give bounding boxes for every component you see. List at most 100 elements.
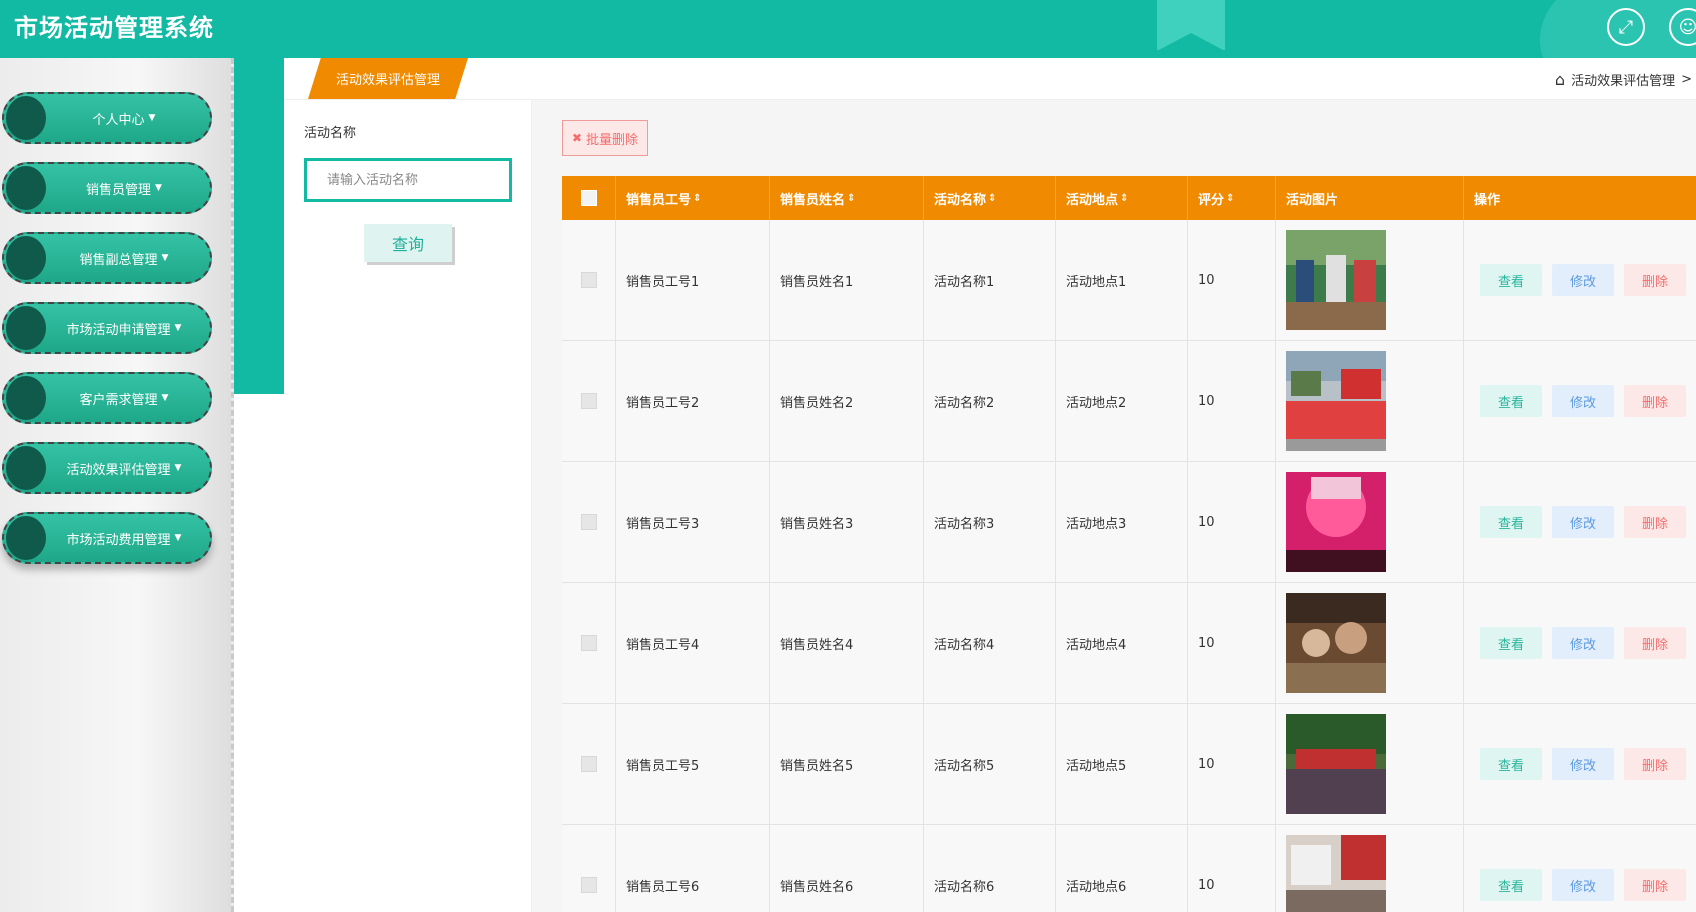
edit-button[interactable]: 修改: [1552, 869, 1614, 901]
cell-emp-id: 销售员工号6: [616, 825, 770, 912]
menu-dot-icon: [6, 306, 46, 350]
view-button[interactable]: 查看: [1480, 506, 1542, 538]
sidebar-item-label: 市场活动费用管理: [66, 532, 171, 548]
view-button[interactable]: 查看: [1480, 869, 1542, 901]
row-checkbox[interactable]: [580, 393, 597, 409]
activity-photo[interactable]: [1286, 593, 1386, 693]
cell-actions: 查看 修改 删除: [1464, 704, 1696, 824]
batch-delete-label: 批量删除: [586, 132, 639, 148]
sort-icon: ⇕: [847, 192, 856, 204]
fullscreen-button[interactable]: ⤢: [1607, 8, 1645, 46]
sidebar-item-label: 活动效果评估管理: [66, 462, 171, 478]
header-select-cell: [562, 176, 616, 220]
edit-button[interactable]: 修改: [1552, 264, 1614, 296]
teal-decoration-block: [234, 58, 284, 394]
search-button[interactable]: 查询: [364, 224, 452, 262]
delete-button[interactable]: 删除: [1624, 264, 1686, 296]
cell-emp-id: 销售员工号5: [616, 704, 770, 824]
row-select-cell: [562, 220, 616, 340]
breadcrumb-item[interactable]: 活动效果评估管理: [1571, 70, 1675, 89]
sidebar-item-activity-application[interactable]: 市场活动申请管理 ▼: [2, 302, 212, 354]
row-checkbox[interactable]: [580, 635, 597, 651]
cell-actions: 查看 修改 删除: [1464, 462, 1696, 582]
sidebar-item-customer-needs[interactable]: 客户需求管理 ▼: [2, 372, 212, 424]
sort-icon: ⇕: [693, 192, 702, 204]
sidebar-item-salesperson[interactable]: 销售员管理 ▼: [2, 162, 212, 214]
cell-score: 10: [1188, 825, 1276, 912]
view-button[interactable]: 查看: [1480, 264, 1542, 296]
sidebar-item-label: 市场活动申请管理: [66, 322, 171, 338]
activity-photo[interactable]: [1286, 835, 1386, 912]
cell-actions: 查看 修改 删除: [1464, 341, 1696, 461]
activity-name-input[interactable]: [304, 158, 512, 202]
cell-activity-image: [1276, 462, 1464, 582]
header-score[interactable]: 评分 ⇕: [1188, 176, 1276, 220]
cell-score: 10: [1188, 583, 1276, 703]
cell-actions: 查看 修改 删除: [1464, 220, 1696, 340]
sidebar-item-vp-sales[interactable]: 销售副总管理 ▼: [2, 232, 212, 284]
caret-down-icon: ▼: [161, 253, 169, 263]
edit-button[interactable]: 修改: [1552, 385, 1614, 417]
edit-button[interactable]: 修改: [1552, 627, 1614, 659]
view-button[interactable]: 查看: [1480, 627, 1542, 659]
sidebar-item-personal-center[interactable]: 个人中心 ▼: [2, 92, 212, 144]
caret-down-icon: ▼: [174, 463, 182, 473]
header-label: 销售员姓名: [780, 192, 846, 208]
header-emp-name[interactable]: 销售员姓名 ⇕: [770, 176, 924, 220]
cell-emp-name: 销售员姓名4: [770, 583, 924, 703]
tab-activity-evaluation[interactable]: 活动效果评估管理: [308, 58, 468, 99]
row-checkbox[interactable]: [580, 877, 597, 893]
tab-bar: 活动效果评估管理 ⌂ 活动效果评估管理 >: [284, 58, 1696, 100]
row-select-cell: [562, 341, 616, 461]
delete-button[interactable]: 删除: [1624, 869, 1686, 901]
delete-button[interactable]: 删除: [1624, 506, 1686, 538]
cell-activity-name: 活动名称5: [924, 704, 1056, 824]
row-checkbox[interactable]: [580, 514, 597, 530]
edit-button[interactable]: 修改: [1552, 748, 1614, 780]
view-button[interactable]: 查看: [1480, 748, 1542, 780]
cell-actions: 查看 修改 删除: [1464, 583, 1696, 703]
select-all-checkbox[interactable]: [580, 190, 597, 206]
delete-button[interactable]: 删除: [1624, 627, 1686, 659]
header-activity-place[interactable]: 活动地点 ⇕: [1056, 176, 1188, 220]
sidebar-item-label: 销售员管理: [86, 182, 152, 198]
table-row: 销售员工号1 销售员姓名1 活动名称1 活动地点1 10 查看 修改 删除: [562, 220, 1696, 341]
sidebar-item-activity-evaluation[interactable]: 活动效果评估管理 ▼: [2, 442, 212, 494]
view-button[interactable]: 查看: [1480, 385, 1542, 417]
menu-dot-icon: [6, 516, 46, 560]
delete-button[interactable]: 删除: [1624, 748, 1686, 780]
batch-delete-button[interactable]: ✖ 批量删除: [562, 120, 648, 156]
edit-button[interactable]: 修改: [1552, 506, 1614, 538]
row-select-cell: [562, 825, 616, 912]
delete-button[interactable]: 删除: [1624, 385, 1686, 417]
activity-photo[interactable]: [1286, 230, 1386, 330]
header-label: 操作: [1474, 192, 1501, 208]
search-panel: 活动名称 查询: [284, 100, 532, 912]
close-icon: ✖: [571, 131, 583, 145]
user-icon: ☺: [1678, 16, 1696, 38]
sidebar: 个人中心 ▼ 销售员管理 ▼ 销售副总管理 ▼ 市场活动申请管理 ▼ 客户需求管理 ▼ 活…: [0, 58, 234, 912]
header-activity-name[interactable]: 活动名称 ⇕: [924, 176, 1056, 220]
row-checkbox[interactable]: [580, 272, 597, 288]
activity-photo[interactable]: [1286, 714, 1386, 814]
row-checkbox[interactable]: [580, 756, 597, 772]
activity-photo[interactable]: [1286, 351, 1386, 451]
header-emp-id[interactable]: 销售员工号 ⇕: [616, 176, 770, 220]
home-icon[interactable]: ⌂: [1555, 70, 1565, 89]
cell-score: 10: [1188, 220, 1276, 340]
header-activity-image: 活动图片: [1276, 176, 1464, 220]
sort-icon: ⇕: [988, 192, 997, 204]
table-header: 销售员工号 ⇕ 销售员姓名 ⇕ 活动名称 ⇕ 活动地点 ⇕ 评分 ⇕ 活动图片 操作: [562, 176, 1696, 220]
menu-dot-icon: [6, 236, 46, 280]
cell-activity-name: 活动名称2: [924, 341, 1056, 461]
cell-activity-name: 活动名称4: [924, 583, 1056, 703]
cell-activity-image: [1276, 583, 1464, 703]
cell-activity-image: [1276, 341, 1464, 461]
row-select-cell: [562, 462, 616, 582]
cell-emp-id: 销售员工号3: [616, 462, 770, 582]
search-label: 活动名称: [304, 126, 357, 141]
activity-photo[interactable]: [1286, 472, 1386, 572]
table-row: 销售员工号5 销售员姓名5 活动名称5 活动地点5 10 查看 修改 删除: [562, 704, 1696, 825]
cell-score: 10: [1188, 704, 1276, 824]
sidebar-item-activity-cost[interactable]: 市场活动费用管理 ▼: [2, 512, 212, 564]
